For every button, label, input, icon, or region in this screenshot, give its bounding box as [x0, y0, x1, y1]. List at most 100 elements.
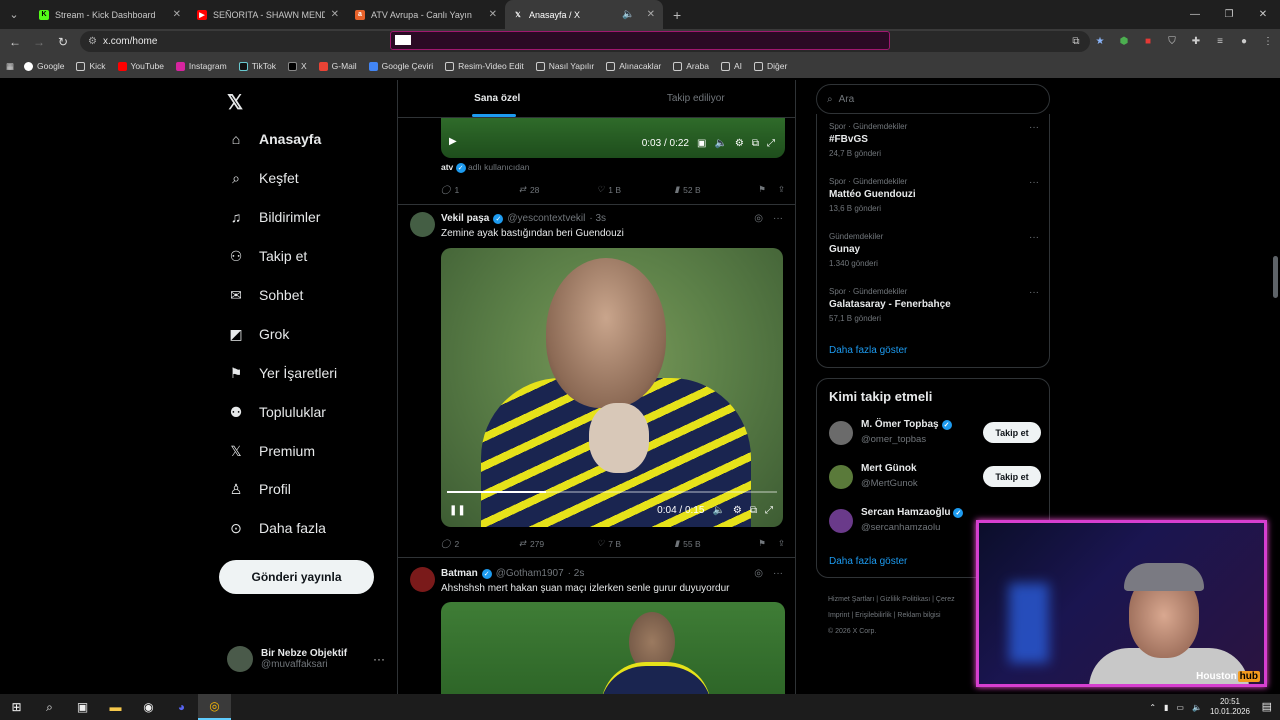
minimize-button[interactable]: —	[1178, 0, 1212, 29]
pip-icon[interactable]: ⧉	[750, 505, 757, 516]
notification-icon[interactable]: ▤	[1262, 700, 1272, 713]
like-button[interactable]: ♡ 1 B	[597, 184, 675, 195]
shield-icon[interactable]: ⬢	[1112, 36, 1136, 47]
more-icon[interactable]: ···	[1029, 122, 1039, 133]
new-tab-button[interactable]: +	[673, 7, 681, 23]
post-time[interactable]: · 2s	[568, 568, 585, 579]
network-icon[interactable]: ▭	[1176, 703, 1184, 712]
browser-menu-icon[interactable]: ⋮	[1256, 36, 1280, 47]
more-icon[interactable]: ···	[373, 652, 385, 666]
bookmark-gmail[interactable]: G-Mail	[318, 61, 357, 71]
cast-icon[interactable]: ⧉	[1064, 36, 1088, 47]
bookmark-x[interactable]: X	[287, 61, 307, 71]
footer-link[interactable]: Erişilebilirlik	[855, 612, 892, 619]
profile-avatar-icon[interactable]: ●	[1232, 36, 1256, 47]
more-icon[interactable]: ···	[1029, 287, 1039, 298]
extension-icon[interactable]: ■	[1136, 36, 1160, 47]
bookmark-button[interactable]: ⚑	[758, 184, 766, 195]
close-icon[interactable]: ✕	[489, 9, 497, 20]
more-icon[interactable]: ···	[1029, 232, 1039, 243]
restore-button[interactable]: ❐	[1212, 0, 1246, 29]
clock[interactable]: 20:51 10.01.2026	[1210, 697, 1250, 717]
reply-button[interactable]: ◯ 2	[441, 538, 519, 549]
video-player[interactable]: ▶ 0:03 / 0:22 ▣ 🔈 ⚙ ⧉ ⤢	[441, 118, 785, 158]
follow-suggestion[interactable]: M. Ömer Topbaş ✓ @omer_topbas Takip et	[829, 419, 1041, 449]
file-explorer-icon[interactable]: ▬	[99, 694, 132, 720]
post-button[interactable]: Gönderi yayınla	[219, 560, 374, 594]
bookmark-google-ceviri[interactable]: Google Çeviri	[368, 61, 433, 71]
browser-tab-atv[interactable]: a ATV Avrupa - Canlı Yayın ✕	[347, 0, 505, 29]
browser-tab-kick[interactable]: K Stream - Kick Dashboard ✕	[31, 0, 189, 29]
close-icon[interactable]: ✕	[647, 9, 655, 20]
video-player[interactable]: ❚❚ 0:04 / 0:15 🔈 ⚙ ⧉ ⤢	[441, 248, 783, 527]
pip-icon[interactable]: ⧉	[752, 138, 759, 149]
bookmark-button[interactable]: ⚑	[758, 538, 766, 549]
tab-following[interactable]: Takip ediliyor	[597, 80, 796, 117]
forward-button[interactable]: →	[27, 35, 51, 49]
bookmark-alinacaklar[interactable]: Alınacaklar	[606, 61, 661, 71]
follow-suggestion[interactable]: Mert Günok @MertGunok Takip et	[829, 463, 1041, 493]
tray-overflow-icon[interactable]: ⌃	[1149, 703, 1156, 712]
volume-icon[interactable]: 🔈	[1192, 703, 1202, 712]
bookmark-star-icon[interactable]: ★	[1088, 36, 1112, 47]
more-icon[interactable]: ···	[1029, 177, 1039, 188]
close-window-button[interactable]: ✕	[1246, 0, 1280, 29]
account-switcher[interactable]: Bir Nebze Objektif @muvaffaksari ···	[227, 646, 387, 672]
repost-button[interactable]: ⇄ 279	[519, 538, 597, 549]
bookmark-ai[interactable]: AI	[720, 61, 742, 71]
close-icon[interactable]: ✕	[331, 9, 339, 20]
footer-link[interactable]: Reklam bilgisi	[897, 612, 940, 619]
more-icon[interactable]: ···	[773, 568, 783, 579]
author-handle[interactable]: @yescontextvekil	[507, 213, 585, 224]
media-icon[interactable]: ≡	[1208, 36, 1232, 47]
x-logo-icon[interactable]: 𝕏	[227, 90, 243, 115]
reply-button[interactable]: ◯ 1	[441, 184, 519, 195]
site-info-icon[interactable]: ⚙	[88, 36, 97, 47]
bookmark-tiktok[interactable]: TikTok	[238, 61, 276, 71]
apps-icon[interactable]: ▦	[6, 61, 14, 72]
footer-link[interactable]: Hizmet Şartları	[828, 596, 874, 603]
reload-button[interactable]: ↻	[51, 35, 75, 49]
chrome-icon[interactable]: ◎	[198, 694, 231, 720]
extensions-puzzle-icon[interactable]: ✚	[1184, 36, 1208, 47]
views-button[interactable]: ▮ 55 B	[674, 538, 752, 549]
footer-link[interactable]: Çerez	[936, 596, 955, 603]
show-more-trends-link[interactable]: Daha fazla göster	[829, 345, 907, 356]
trend-item[interactable]: Spor · Gündemdekiler Mattéo Guendouzi 13…	[829, 177, 1039, 213]
post-time[interactable]: · 3s	[589, 213, 606, 224]
page-scrollbar[interactable]	[1271, 80, 1280, 694]
search-icon[interactable]: ⌕	[33, 694, 66, 720]
browser-tab-x[interactable]: 𝕏 Anasayfa / X 🔈 ✕	[505, 0, 663, 29]
discord-icon[interactable]: ◕	[165, 694, 198, 720]
author-name[interactable]: Batman	[441, 568, 478, 579]
credit-name[interactable]: atv	[441, 162, 453, 172]
fullscreen-icon[interactable]: ⤢	[767, 138, 775, 149]
tab-for-you[interactable]: Sana özel	[398, 80, 597, 117]
more-icon[interactable]: ···	[773, 213, 783, 224]
task-view-icon[interactable]: ▣	[66, 694, 99, 720]
like-button[interactable]: ♡ 7 B	[597, 538, 675, 549]
tab-search-icon[interactable]: ⌄	[3, 4, 25, 26]
avatar[interactable]	[410, 567, 435, 592]
obs-icon[interactable]: ◉	[132, 694, 165, 720]
back-button[interactable]: ←	[3, 35, 27, 49]
bookmark-kick[interactable]: Kick	[76, 61, 106, 71]
search-input[interactable]: ⌕ Ara	[816, 84, 1050, 114]
footer-link[interactable]: Imprint	[828, 612, 849, 619]
bookmark-google[interactable]: Google	[24, 61, 64, 71]
video-progress-bar[interactable]	[447, 491, 777, 493]
volume-icon[interactable]: 🔈	[712, 505, 724, 516]
grok-icon[interactable]: ◎	[754, 568, 763, 579]
avatar[interactable]	[410, 212, 435, 237]
share-button[interactable]: ⇪	[778, 538, 785, 549]
trend-item[interactable]: Gündemdekiler Gunay 1.340 gönderi ···	[829, 232, 1039, 268]
scrollbar-thumb[interactable]	[1273, 256, 1278, 298]
repost-button[interactable]: ⇄ 28	[519, 184, 597, 195]
bookmark-resim-video-edit[interactable]: Resim-Video Edit	[445, 61, 524, 71]
grok-icon[interactable]: ◎	[754, 213, 763, 224]
speaker-icon[interactable]: 🔈	[622, 9, 634, 20]
follow-button[interactable]: Takip et	[983, 422, 1041, 443]
nav-profile[interactable]: ♙ Profil	[227, 480, 291, 498]
nav-chat[interactable]: ✉ Sohbet	[227, 286, 303, 304]
fullscreen-icon[interactable]: ⤢	[765, 505, 773, 516]
